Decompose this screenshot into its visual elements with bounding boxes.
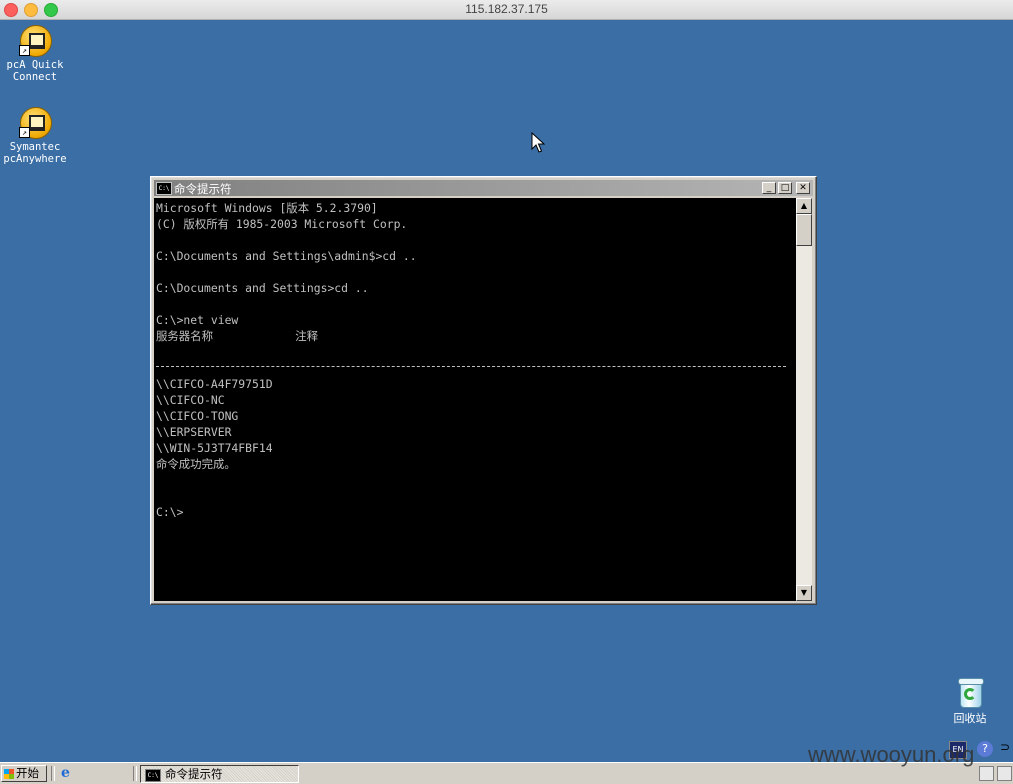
minimize-button[interactable]: _ (762, 182, 776, 194)
start-button[interactable]: 开始 (1, 765, 47, 782)
start-label: 开始 (16, 766, 39, 780)
recycle-bin-label: 回收站 (953, 712, 987, 725)
cmd-window-title: 命令提示符 (174, 182, 232, 196)
watermark: www.wooyun.org (808, 742, 975, 767)
recycle-bin-icon (958, 678, 984, 708)
shortcut-arrow-icon: ↗ (19, 127, 30, 138)
desktop-icon-recycle-bin[interactable]: 回收站 (946, 678, 994, 726)
taskbar-item-label: 命令提示符 (165, 767, 223, 781)
taskbar-item-cmd[interactable]: C:\ 命令提示符 (140, 765, 299, 783)
desktop-icon-pca-quick-connect[interactable]: ↗ pcA Quick Connect (0, 24, 70, 83)
console-output[interactable]: Microsoft Windows [版本 5.2.3790] (C) 版权所有… (154, 198, 796, 601)
tray-app-icon[interactable] (979, 766, 994, 781)
pcanywhere-icon: ↗ (19, 106, 52, 139)
cmd-window-titlebar[interactable]: C:\ 命令提示符 _ □ ✕ (154, 180, 813, 196)
desktop-icon-symantec-pcanywhere[interactable]: ↗ Symantec pcAnywhere (0, 106, 70, 165)
mouse-pointer-icon (531, 132, 545, 153)
tray-more-icon[interactable]: ⊃ (1000, 740, 1010, 754)
cmd-icon[interactable]: C:\ (156, 182, 172, 195)
taskbar-divider (51, 766, 55, 781)
mac-window-titlebar: 115.182.37.175 (0, 0, 1013, 20)
desktop-icon-label: pcAnywhere (3, 153, 67, 165)
internet-explorer-icon[interactable]: e (61, 766, 76, 781)
console-separator (156, 366, 786, 367)
desktop-icon-label: Symantec (9, 141, 61, 153)
scroll-up-icon[interactable]: ▲ (796, 198, 812, 214)
scroll-down-icon[interactable]: ▼ (796, 585, 812, 601)
pca-quick-connect-icon: ↗ (19, 24, 52, 57)
cmd-icon: C:\ (145, 769, 161, 782)
maximize-button[interactable]: □ (778, 182, 792, 194)
vertical-scrollbar[interactable]: ▲ ▼ (796, 198, 812, 601)
help-icon[interactable]: ? (977, 741, 993, 757)
desktop-icon-label: pcA Quick (6, 59, 64, 71)
close-button[interactable]: ✕ (796, 182, 810, 194)
windows-flag-icon (4, 769, 14, 779)
console-text-bottom: \\CIFCO-A4F79751D \\CIFCO-NC \\CIFCO-TON… (156, 377, 273, 519)
scroll-thumb[interactable] (796, 214, 812, 246)
console-text-top: Microsoft Windows [版本 5.2.3790] (C) 版权所有… (156, 201, 417, 343)
shortcut-arrow-icon: ↗ (19, 45, 30, 56)
cmd-window[interactable]: C:\ 命令提示符 _ □ ✕ Microsoft Windows [版本 5.… (150, 176, 817, 605)
desktop-icon-label: Connect (12, 71, 58, 83)
tray-shield-icon[interactable] (997, 766, 1012, 781)
mac-window-title: 115.182.37.175 (465, 2, 548, 16)
taskbar-divider (133, 766, 137, 781)
